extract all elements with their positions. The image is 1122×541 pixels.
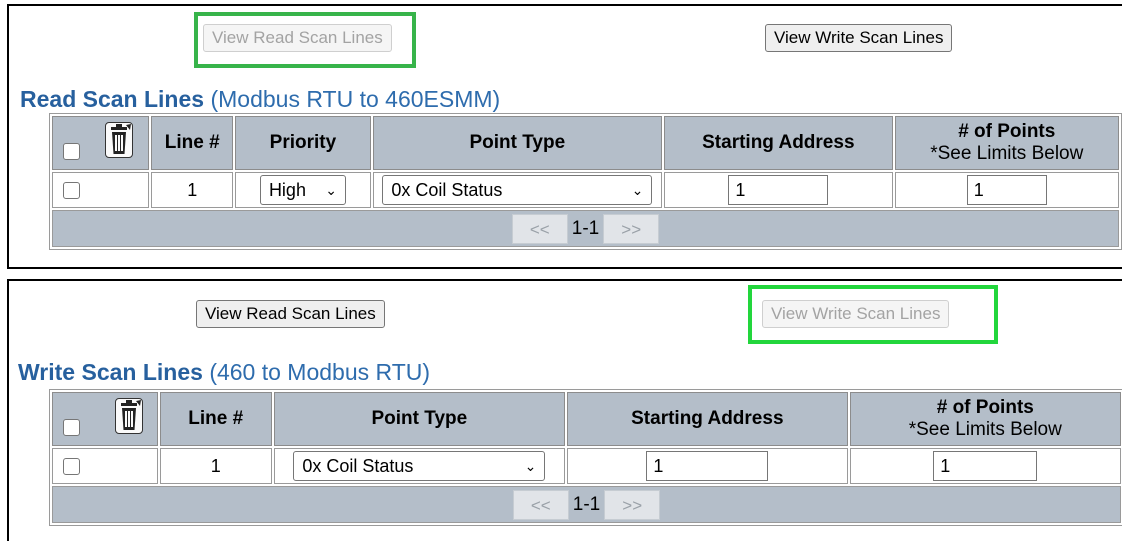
col-line: Line #	[151, 116, 234, 170]
row-line-number: 1	[159, 448, 272, 484]
col-num-points: # of Points *See Limits Below	[849, 392, 1121, 446]
heading-title: Write Scan Lines	[18, 359, 203, 385]
page-range: 1-1	[571, 217, 600, 239]
page-range: 1-1	[572, 493, 601, 515]
col-priority: Priority	[235, 116, 371, 170]
table-row: 1 High ⌄ 0x Coil Status ⌄ 1 1	[52, 172, 1119, 208]
section-heading: Write Scan Lines (460 to Modbus RTU)	[18, 359, 430, 386]
col-point-type: Point Type	[372, 116, 663, 170]
select-all-checkbox[interactable]	[63, 143, 80, 160]
col-num-points: # of Points *See Limits Below	[894, 116, 1119, 170]
starting-address-input[interactable]: 1	[728, 175, 829, 205]
pager: << 1-1 >>	[511, 213, 660, 244]
row-points-cell: 1	[849, 448, 1121, 484]
col-point-type: Point Type	[273, 392, 566, 446]
prev-page-button[interactable]: <<	[512, 489, 569, 520]
chevron-down-icon: ⌄	[325, 182, 337, 198]
table-row: 1 0x Coil Status ⌄ 1 1	[52, 448, 1121, 484]
view-write-scan-lines-button[interactable]: View Write Scan Lines	[762, 300, 950, 328]
col-line: Line #	[159, 392, 272, 446]
col-starting-address: Starting Address	[567, 392, 848, 446]
row-select-cell	[52, 172, 150, 208]
row-checkbox[interactable]	[63, 182, 80, 200]
row-priority-cell: High ⌄	[235, 172, 371, 208]
priority-value: High	[268, 180, 306, 200]
select-all-cell	[52, 116, 150, 170]
chevron-down-icon: ⌄	[631, 182, 644, 198]
pager-cell: << 1-1 >>	[52, 210, 1119, 247]
row-points-cell: 1	[894, 172, 1119, 208]
num-points-input[interactable]: 1	[933, 451, 1038, 481]
col-starting-address: Starting Address	[664, 116, 893, 170]
table-header-row: Line # Point Type Starting Address # of …	[52, 392, 1121, 446]
row-point-type-cell: 0x Coil Status ⌄	[372, 172, 663, 208]
heading-subtitle: (Modbus RTU to 460ESMM)	[210, 86, 501, 112]
view-read-scan-lines-button[interactable]: View Read Scan Lines	[196, 300, 385, 328]
view-read-scan-lines-button[interactable]: View Read Scan Lines	[203, 24, 392, 52]
point-type-value: 0x Coil Status	[391, 180, 503, 200]
write-scan-panel: View Read Scan Lines View Write Scan Lin…	[7, 279, 1122, 541]
priority-select[interactable]: High ⌄	[259, 175, 346, 205]
section-heading: Read Scan Lines (Modbus RTU to 460ESMM)	[20, 86, 500, 113]
heading-subtitle: (460 to Modbus RTU)	[209, 359, 431, 385]
select-all-checkbox[interactable]	[63, 419, 80, 436]
trash-icon[interactable]	[115, 398, 143, 434]
write-scan-table: Line # Point Type Starting Address # of …	[49, 389, 1122, 526]
point-type-select[interactable]: 0x Coil Status ⌄	[293, 451, 546, 481]
pager-cell: << 1-1 >>	[52, 486, 1121, 523]
select-all-cell	[52, 392, 158, 446]
prev-page-button[interactable]: <<	[511, 213, 568, 244]
starting-address-input[interactable]: 1	[646, 451, 769, 481]
pager-row: << 1-1 >>	[52, 210, 1119, 247]
next-page-button[interactable]: >>	[604, 489, 661, 520]
row-start-cell: 1	[567, 448, 848, 484]
col-num-points-note: *See Limits Below	[930, 143, 1084, 164]
read-scan-table: Line # Priority Point Type Starting Addr…	[49, 113, 1122, 250]
num-points-input[interactable]: 1	[966, 175, 1047, 205]
trash-icon[interactable]	[105, 122, 133, 158]
table-header-row: Line # Priority Point Type Starting Addr…	[52, 116, 1119, 170]
view-write-scan-lines-button[interactable]: View Write Scan Lines	[765, 24, 953, 52]
pager: << 1-1 >>	[512, 489, 661, 520]
row-checkbox[interactable]	[63, 458, 80, 476]
point-type-value: 0x Coil Status	[302, 456, 414, 476]
chevron-down-icon: ⌄	[524, 458, 537, 474]
col-num-points-label: # of Points	[958, 121, 1056, 142]
point-type-select[interactable]: 0x Coil Status ⌄	[382, 175, 653, 205]
col-num-points-label: # of Points	[936, 397, 1034, 418]
row-line-number: 1	[151, 172, 234, 208]
heading-title: Read Scan Lines	[20, 86, 205, 112]
row-start-cell: 1	[664, 172, 893, 208]
col-num-points-note: *See Limits Below	[908, 419, 1062, 440]
read-scan-panel: View Read Scan Lines View Write Scan Lin…	[7, 4, 1122, 269]
row-point-type-cell: 0x Coil Status ⌄	[273, 448, 566, 484]
next-page-button[interactable]: >>	[603, 213, 660, 244]
pager-row: << 1-1 >>	[52, 486, 1121, 523]
row-select-cell	[52, 448, 158, 484]
